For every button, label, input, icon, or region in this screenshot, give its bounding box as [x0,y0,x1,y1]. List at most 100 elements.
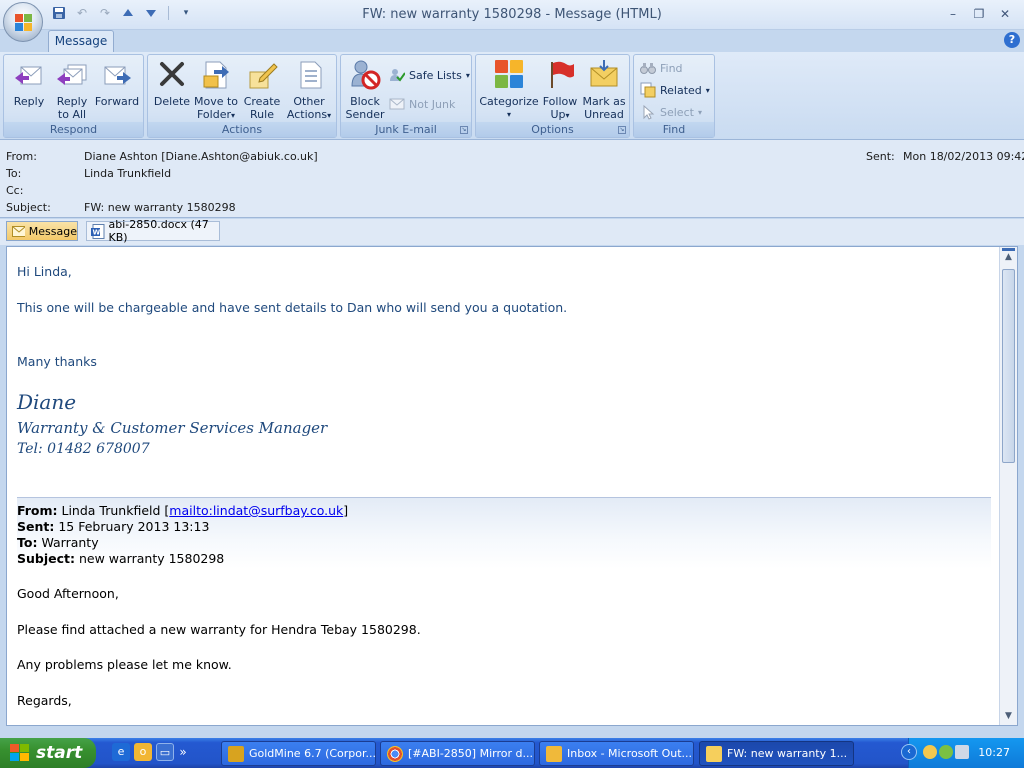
ribbon-tab-row: Message ? [0,30,1024,53]
message-body: Hi Linda, This one will be chargeable an… [7,247,999,725]
delete-button[interactable]: Delete [152,58,192,108]
outlook-icon[interactable]: o [134,743,152,761]
dropdown-arrow-icon: ▾ [465,70,470,80]
help-icon[interactable]: ? [1004,32,1020,48]
mark-as-unread-button[interactable]: Mark as Unread [581,58,627,121]
subject-label: Subject: [6,201,51,214]
dropdown-arrow-icon: ▾ [327,111,332,120]
reply-all-icon [56,58,88,90]
reply-all-button[interactable]: Reply to All [52,58,92,121]
forwarded-header: From: Linda Trunkfield [mailto:lindat@su… [17,497,991,569]
quick-launch-more-icon[interactable]: » [178,743,188,761]
minimize-button[interactable]: – [940,4,966,24]
office-logo-icon [15,14,33,32]
signature-name: Diane [17,390,77,414]
related-button[interactable]: Related ▾ [640,80,710,100]
fwd-subject-line: Subject: new warranty 1580298 [17,551,225,566]
tray-status-icon[interactable] [939,745,953,759]
fwd-from-mailto-link[interactable]: mailto:lindat@surfbay.co.uk [169,503,343,518]
envelope-icon [12,225,25,237]
categorize-button[interactable]: Categorize ▾ [479,58,539,121]
tray-outlook-icon[interactable] [923,745,937,759]
vertical-scrollbar[interactable]: ▲ ▼ [999,247,1017,725]
goldmine-app-icon [228,745,244,762]
safe-lists-icon [389,67,406,83]
group-label-find: Find [634,122,714,137]
taskbar-task-inbox[interactable]: Inbox - Microsoft Out... [539,741,694,766]
start-button[interactable]: start [0,738,96,768]
taskbar-task-chrome[interactable]: [#ABI-2850] Mirror d... [380,741,535,766]
forward-icon [101,58,133,90]
group-options: Categorize ▾ Follow Up▾ Mark as Unread O… [475,54,630,138]
chrome-app-icon [387,745,403,762]
safe-lists-button[interactable]: Safe Lists ▾ [389,65,470,85]
cc-label: Cc: [6,184,24,197]
sent-value: Mon 18/02/2013 09:42 [903,150,1024,163]
message-envelope-icon [706,745,722,762]
scroll-down-arrow-icon[interactable]: ▼ [1002,710,1015,723]
group-respond: Reply Reply to All Forward Respond [3,54,144,138]
reply-button[interactable]: Reply [8,58,50,108]
tray-network-icon[interactable] [955,745,969,759]
show-desktop-icon[interactable]: ▭ [156,743,174,761]
tray-expand-icon[interactable]: ‹ [901,744,917,760]
follow-up-button[interactable]: Follow Up▾ [540,58,580,122]
scroll-up-arrow-icon[interactable]: ▲ [1002,248,1015,262]
group-actions: Delete Move to Folder▾ Create Rule Other… [147,54,337,138]
dialog-launcher-icon[interactable]: ↘ [460,126,468,134]
other-actions-button[interactable]: Other Actions▾ [285,58,333,122]
message-tab-button[interactable]: Message [6,221,78,241]
dropdown-arrow-icon: ▾ [506,110,511,119]
attachment-file[interactable]: W abi-2850.docx (47 KB) [86,218,220,244]
fwd-line2: Any problems please let me know. [17,657,232,672]
block-sender-button[interactable]: Block Sender [343,58,387,121]
restore-button[interactable]: ❐ [966,4,992,24]
signature-tel: Tel: 01482 678007 [17,441,150,457]
fwd-to-line: To: Warranty [17,535,99,550]
close-button[interactable]: ✕ [992,4,1018,24]
not-junk-button[interactable]: Not Junk [389,94,455,114]
mark-unread-icon [588,58,620,90]
categorize-icon [493,58,525,90]
select-button[interactable]: Select ▾ [640,102,702,122]
group-find: Find Related ▾ Select ▾ Find [633,54,715,138]
window-title: FW: new warranty 1580298 - Message (HTML… [362,7,662,22]
taskbar-task-current-message[interactable]: FW: new warranty 1... [699,741,854,766]
message-body-pane[interactable]: Hi Linda, This one will be chargeable an… [6,246,1018,726]
block-sender-icon [349,58,381,90]
taskbar-clock[interactable]: 10:27 [978,746,1010,759]
body-greeting: Hi Linda, [17,264,72,279]
taskbar-task-goldmine[interactable]: GoldMine 6.7 (Corpor... [221,741,376,766]
related-icon [640,82,656,98]
group-label-options: Options [476,122,629,137]
tab-message[interactable]: Message [48,30,114,53]
outlook-inbox-icon [546,745,562,762]
attachment-bar: Message W abi-2850.docx (47 KB) [0,218,1024,245]
group-label-respond: Respond [4,122,143,137]
title-bar: ↶ ↷ ▾ FW: new warranty 1580298 - Message… [0,0,1024,30]
dropdown-arrow-icon: ▾ [705,85,710,95]
dropdown-arrow-icon: ▾ [565,111,570,120]
find-button[interactable]: Find [640,58,683,78]
move-to-folder-button[interactable]: Move to Folder▾ [193,58,239,122]
windows-flag-icon [10,744,30,762]
forward-button[interactable]: Forward [93,58,141,108]
body-line1: This one will be chargeable and have sen… [17,300,568,315]
word-document-icon: W [91,223,105,239]
to-value[interactable]: Linda Trunkfield [84,167,171,180]
create-rule-button[interactable]: Create Rule [241,58,283,121]
move-to-folder-icon [200,58,232,90]
svg-text:W: W [93,228,101,236]
ie-icon[interactable]: e [112,743,130,761]
group-label-actions: Actions [148,122,336,137]
ribbon: Reply Reply to All Forward Respond Delet… [0,52,1024,140]
dialog-launcher-icon[interactable]: ↘ [618,126,626,134]
group-label-junk-email: Junk E-mail [341,122,471,137]
binoculars-icon [640,60,656,76]
from-value[interactable]: Diane Ashton [Diane.Ashton@abiuk.co.uk] [84,150,318,163]
dropdown-arrow-icon: ▾ [230,111,235,120]
scroll-thumb[interactable] [1002,269,1015,463]
message-header: From: Diane Ashton [Diane.Ashton@abiuk.c… [0,140,1024,218]
system-tray: ‹ 10:27 [901,738,1024,768]
office-button[interactable] [3,2,43,42]
